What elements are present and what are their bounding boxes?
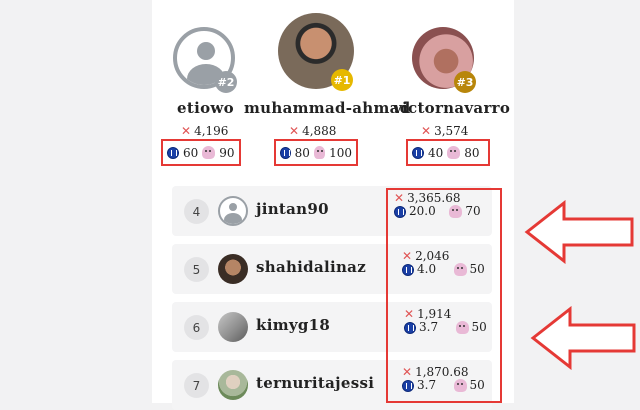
coin-icon: [167, 146, 179, 159]
podium-stats-2: 60 90: [161, 139, 241, 166]
arrow-left-icon: [524, 200, 634, 264]
x-icon: ✕: [421, 124, 432, 138]
user-photo: [218, 254, 248, 284]
rank-badge: #3: [454, 71, 476, 93]
user-avatar-icon: [218, 196, 248, 226]
coin-icon: [412, 146, 424, 159]
rank-number: 7: [184, 373, 209, 398]
podium-name-2[interactable]: etiowo: [177, 99, 234, 117]
user-photo: [218, 312, 248, 342]
podium-score-2: ✕ 4,196: [181, 124, 229, 138]
user-photo: [218, 370, 248, 400]
octopus-icon: [202, 146, 216, 159]
row-username[interactable]: kimyg18: [256, 316, 330, 334]
x-icon: ✕: [181, 124, 192, 138]
octopus-icon: [447, 146, 461, 159]
rank-number: 5: [184, 257, 209, 282]
arrow-left-icon: [530, 306, 636, 370]
rank-badge: #1: [331, 69, 353, 91]
row-username[interactable]: shahidalinaz: [256, 258, 366, 276]
podium-avatar-2[interactable]: #2: [173, 27, 237, 93]
podium-avatar-1[interactable]: #1: [278, 13, 354, 91]
podium-stats-3: 40 80: [406, 139, 490, 166]
x-icon: ✕: [289, 124, 300, 138]
rank-number: 6: [184, 315, 209, 340]
podium-name-1[interactable]: muhammad-ahmad: [244, 99, 410, 117]
highlight-box: [386, 188, 502, 403]
row-username[interactable]: ternuritajessi: [256, 374, 374, 392]
octopus-icon: [313, 146, 326, 159]
podium-score-1: ✕ 4,888: [289, 124, 337, 138]
coin-icon: [280, 146, 291, 159]
row-username[interactable]: jintan90: [256, 200, 329, 218]
rank-badge: #2: [215, 71, 237, 93]
podium-score-3: ✕ 3,574: [421, 124, 469, 138]
podium-avatar-3[interactable]: #3: [412, 27, 476, 93]
podium-stats-1: 80 100: [274, 139, 358, 166]
rank-number: 4: [184, 199, 209, 224]
podium-name-3[interactable]: victornavarro: [393, 99, 510, 117]
